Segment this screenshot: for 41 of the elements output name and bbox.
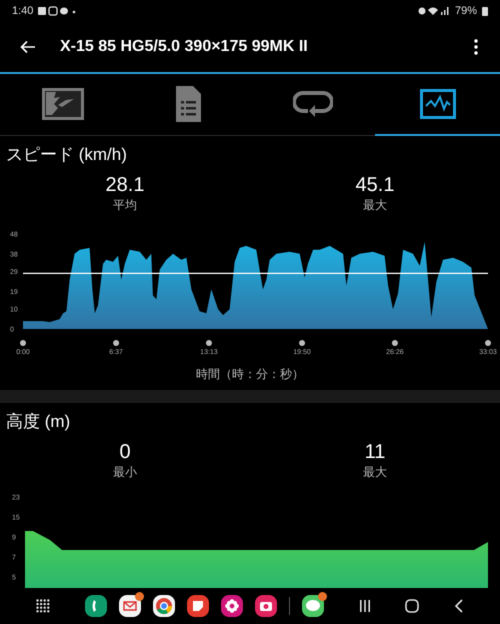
camera-app-icon[interactable] xyxy=(254,595,277,617)
section-title: 高度 (m) xyxy=(5,411,70,433)
map-icon xyxy=(42,88,84,120)
notification-badge-icon xyxy=(134,592,144,601)
stat-value: 45.1 xyxy=(356,173,394,197)
system-status-icons xyxy=(418,6,450,16)
axis-dot xyxy=(20,340,26,346)
notification-badge-icon xyxy=(318,592,327,601)
stat-value: 11 xyxy=(364,440,386,464)
stat-value: 28.1 xyxy=(106,173,144,197)
chat-app-icon[interactable] xyxy=(302,595,324,617)
activity-title: X-15 85 HG5/5.0 390×175 99MK II xyxy=(60,38,309,56)
notification-icons xyxy=(38,6,78,16)
axis-dot xyxy=(485,340,491,346)
clock: 1:40 xyxy=(12,5,34,17)
apps-grid-icon[interactable] xyxy=(36,599,50,613)
recent-apps-icon[interactable] xyxy=(358,599,370,613)
axis-title: 時間（時：分：秒） xyxy=(196,366,304,382)
graph-icon xyxy=(420,89,456,119)
flower-app-icon[interactable] xyxy=(220,595,243,617)
axis-dot xyxy=(299,340,306,346)
stat-label: 最大 xyxy=(363,197,387,213)
mail-app-icon[interactable] xyxy=(118,595,141,617)
stat-value: 0 xyxy=(119,440,131,464)
battery-percentage: 79% xyxy=(454,5,477,17)
document-list-icon xyxy=(174,85,202,123)
back-arrow-icon[interactable] xyxy=(20,40,36,54)
axis-dot xyxy=(206,340,212,346)
back-icon[interactable] xyxy=(454,599,464,613)
stat-label: 最小 xyxy=(113,464,137,480)
home-icon[interactable] xyxy=(405,599,420,613)
axis-dot xyxy=(113,340,120,346)
browser-app-icon[interactable] xyxy=(152,595,175,617)
stat-label: 平均 xyxy=(113,197,137,213)
notes-app-icon[interactable] xyxy=(186,595,209,617)
axis-dot xyxy=(392,340,398,346)
phone-app-icon[interactable] xyxy=(84,595,107,617)
more-options-icon[interactable] xyxy=(474,39,478,55)
stat-label: 最大 xyxy=(363,464,387,480)
battery-icon xyxy=(482,6,488,16)
section-title: スピード (km/h) xyxy=(5,144,127,166)
